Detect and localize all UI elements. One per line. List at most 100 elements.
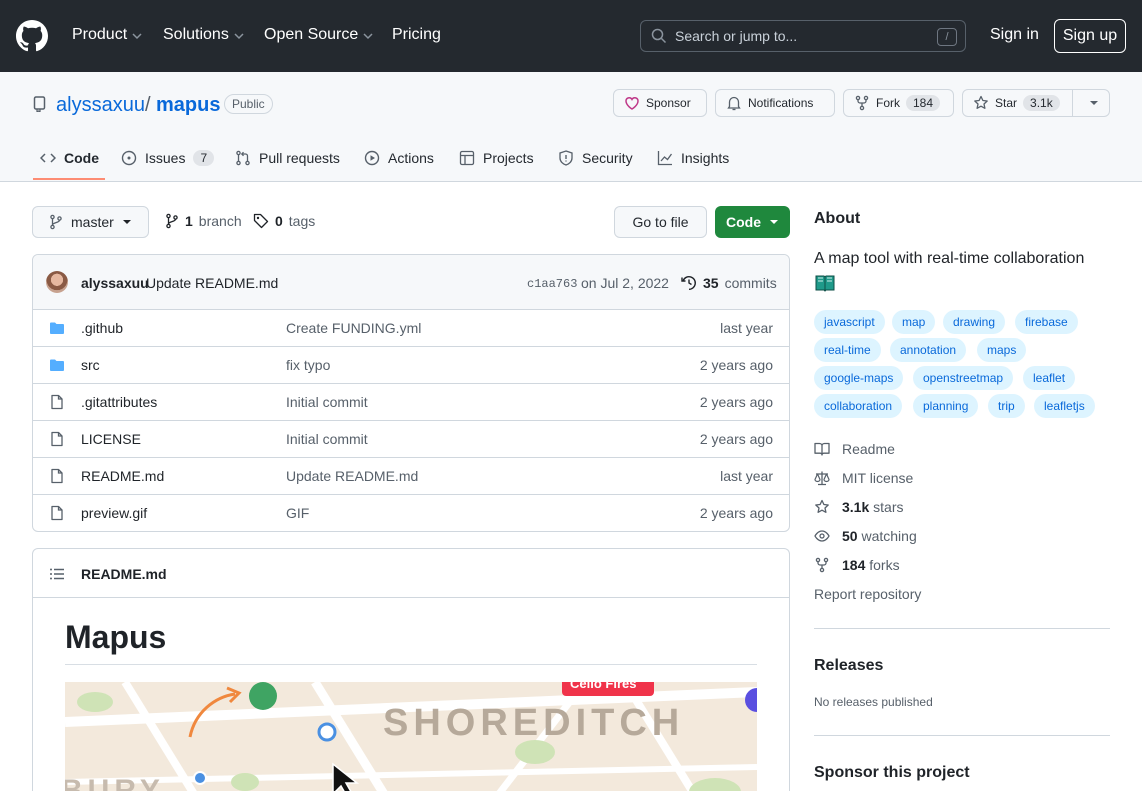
shield-icon <box>559 150 573 166</box>
tab-pull-requests[interactable]: Pull requests <box>235 150 340 166</box>
file-row[interactable]: README.md Update README.md last year <box>33 457 789 494</box>
star-list-dropdown[interactable] <box>1079 100 1109 106</box>
report-repository-link[interactable]: Report repository <box>814 586 921 602</box>
topic-tag[interactable]: firebase <box>1015 310 1078 334</box>
bell-icon <box>727 96 741 111</box>
watchers-link[interactable]: 50 watching <box>814 528 917 544</box>
file-name[interactable]: LICENSE <box>81 431 141 447</box>
chevron-down-icon <box>132 33 142 40</box>
commit-date: on Jul 2, 2022 <box>581 275 669 291</box>
topic-tag[interactable]: annotation <box>890 338 967 362</box>
releases-heading[interactable]: Releases <box>814 657 883 675</box>
topic-tag[interactable]: openstreetmap <box>913 366 1014 390</box>
notifications-button[interactable]: Notifications <box>715 89 835 117</box>
topic-tag[interactable]: collaboration <box>814 394 903 418</box>
tag-count: 0 <box>275 213 283 229</box>
tags-link[interactable]: 0 tags <box>253 213 315 229</box>
tab-security[interactable]: Security <box>558 150 633 166</box>
readme-header: README.md <box>33 549 789 598</box>
file-icon <box>51 431 63 447</box>
tab-code[interactable]: Code <box>40 150 99 166</box>
triangle-down-icon <box>1089 101 1098 105</box>
fork-button[interactable]: Fork 184 <box>843 89 954 117</box>
nav-pricing[interactable]: Pricing <box>392 26 441 44</box>
triangle-down-icon <box>770 220 778 224</box>
file-row[interactable]: preview.gif GIF 2 years ago <box>33 494 789 531</box>
file-name[interactable]: .github <box>81 320 123 336</box>
topic-tag[interactable]: planning <box>913 394 979 418</box>
file-commit-message[interactable]: Initial commit <box>286 394 368 410</box>
file-commit-message[interactable]: Create FUNDING.yml <box>286 320 421 336</box>
sign-up-button[interactable]: Sign up <box>1054 19 1126 53</box>
topic-tag[interactable]: real-time <box>814 338 881 362</box>
nav-open-source[interactable]: Open Source <box>264 26 374 44</box>
file-age: 2 years ago <box>699 505 773 521</box>
star-button[interactable]: Star 3.1k <box>963 90 1073 116</box>
table-icon <box>459 150 475 166</box>
file-row[interactable]: LICENSE Initial commit 2 years ago <box>33 420 789 457</box>
fork-counter: 184 <box>906 95 941 111</box>
forks-link[interactable]: 184 forks <box>814 557 900 573</box>
map-area-label-partial: BURY <box>65 774 165 791</box>
topic-tag[interactable]: leaflet <box>1023 366 1076 390</box>
readme-link[interactable]: Readme <box>814 441 895 457</box>
tab-insights-label: Insights <box>681 150 730 166</box>
repo-name-link[interactable]: mapus <box>156 94 220 117</box>
releases-empty-text: No releases published <box>814 695 933 709</box>
commit-message[interactable]: Update README.md <box>146 275 278 291</box>
fork-label: Fork <box>876 96 900 110</box>
branch-selector[interactable]: master <box>32 206 149 238</box>
nav-product[interactable]: Product <box>72 26 143 44</box>
file-commit-message[interactable]: GIF <box>286 505 309 521</box>
tab-projects[interactable]: Projects <box>459 150 534 166</box>
code-dropdown-button[interactable]: Code <box>715 206 790 238</box>
file-row[interactable]: src fix typo 2 years ago <box>33 346 789 383</box>
file-commit-message[interactable]: Initial commit <box>286 431 368 447</box>
commit-author[interactable]: alyssaxuu <box>81 275 149 291</box>
file-row[interactable]: .github Create FUNDING.yml last year <box>33 309 789 346</box>
readme-title-divider <box>65 664 757 665</box>
file-name[interactable]: src <box>81 357 100 373</box>
list-icon[interactable] <box>49 566 65 582</box>
star-icon <box>974 95 988 109</box>
file-name[interactable]: preview.gif <box>81 505 147 521</box>
file-commit-message[interactable]: fix typo <box>286 357 330 373</box>
avatar[interactable] <box>46 271 68 293</box>
topic-tag[interactable]: map <box>892 310 936 334</box>
file-icon <box>51 505 63 521</box>
github-logo-icon[interactable] <box>16 20 48 52</box>
topic-tag[interactable]: drawing <box>943 310 1006 334</box>
tab-insights[interactable]: Insights <box>657 150 729 166</box>
topic-tag[interactable]: leafletjs <box>1034 394 1095 418</box>
sponsor-button[interactable]: Sponsor <box>613 89 707 117</box>
readme-panel: README.md Mapus SHOREDITCH Cello Fires B… <box>32 548 790 791</box>
nav-solutions-label: Solutions <box>163 26 229 43</box>
readme-filename[interactable]: README.md <box>81 566 167 582</box>
branches-link[interactable]: 1 branch <box>165 213 242 229</box>
file-name[interactable]: .gitattributes <box>81 394 157 410</box>
commit-hash[interactable]: c1aa763 <box>527 277 577 291</box>
tab-projects-label: Projects <box>483 150 534 166</box>
go-to-file-button[interactable]: Go to file <box>614 206 707 238</box>
commits-history-link[interactable]: 35 commits <box>681 275 777 291</box>
history-icon <box>681 276 696 290</box>
license-link[interactable]: MIT license <box>814 470 913 486</box>
topic-tag[interactable]: javascript <box>814 310 885 334</box>
chevron-down-icon <box>234 33 244 40</box>
repo-owner-link[interactable]: alyssaxuu <box>56 94 145 117</box>
tab-actions[interactable]: Actions <box>364 150 434 166</box>
tab-issues[interactable]: Issues 7 <box>121 150 215 166</box>
folder-icon <box>50 322 64 334</box>
repo-description: A map tool with real-time collaboration <box>814 250 1085 267</box>
file-commit-message[interactable]: Update README.md <box>286 468 418 484</box>
search-input[interactable]: Search or jump to... / <box>640 20 966 52</box>
topic-tag[interactable]: maps <box>977 338 1027 362</box>
play-icon <box>364 150 380 166</box>
sign-in-link[interactable]: Sign in <box>990 26 1039 44</box>
stars-link[interactable]: 3.1k stars <box>814 499 903 515</box>
file-name[interactable]: README.md <box>81 468 164 484</box>
nav-solutions[interactable]: Solutions <box>163 26 245 44</box>
topic-tag[interactable]: trip <box>988 394 1025 418</box>
topic-tag[interactable]: google-maps <box>814 366 904 390</box>
file-row[interactable]: .gitattributes Initial commit 2 years ag… <box>33 383 789 420</box>
